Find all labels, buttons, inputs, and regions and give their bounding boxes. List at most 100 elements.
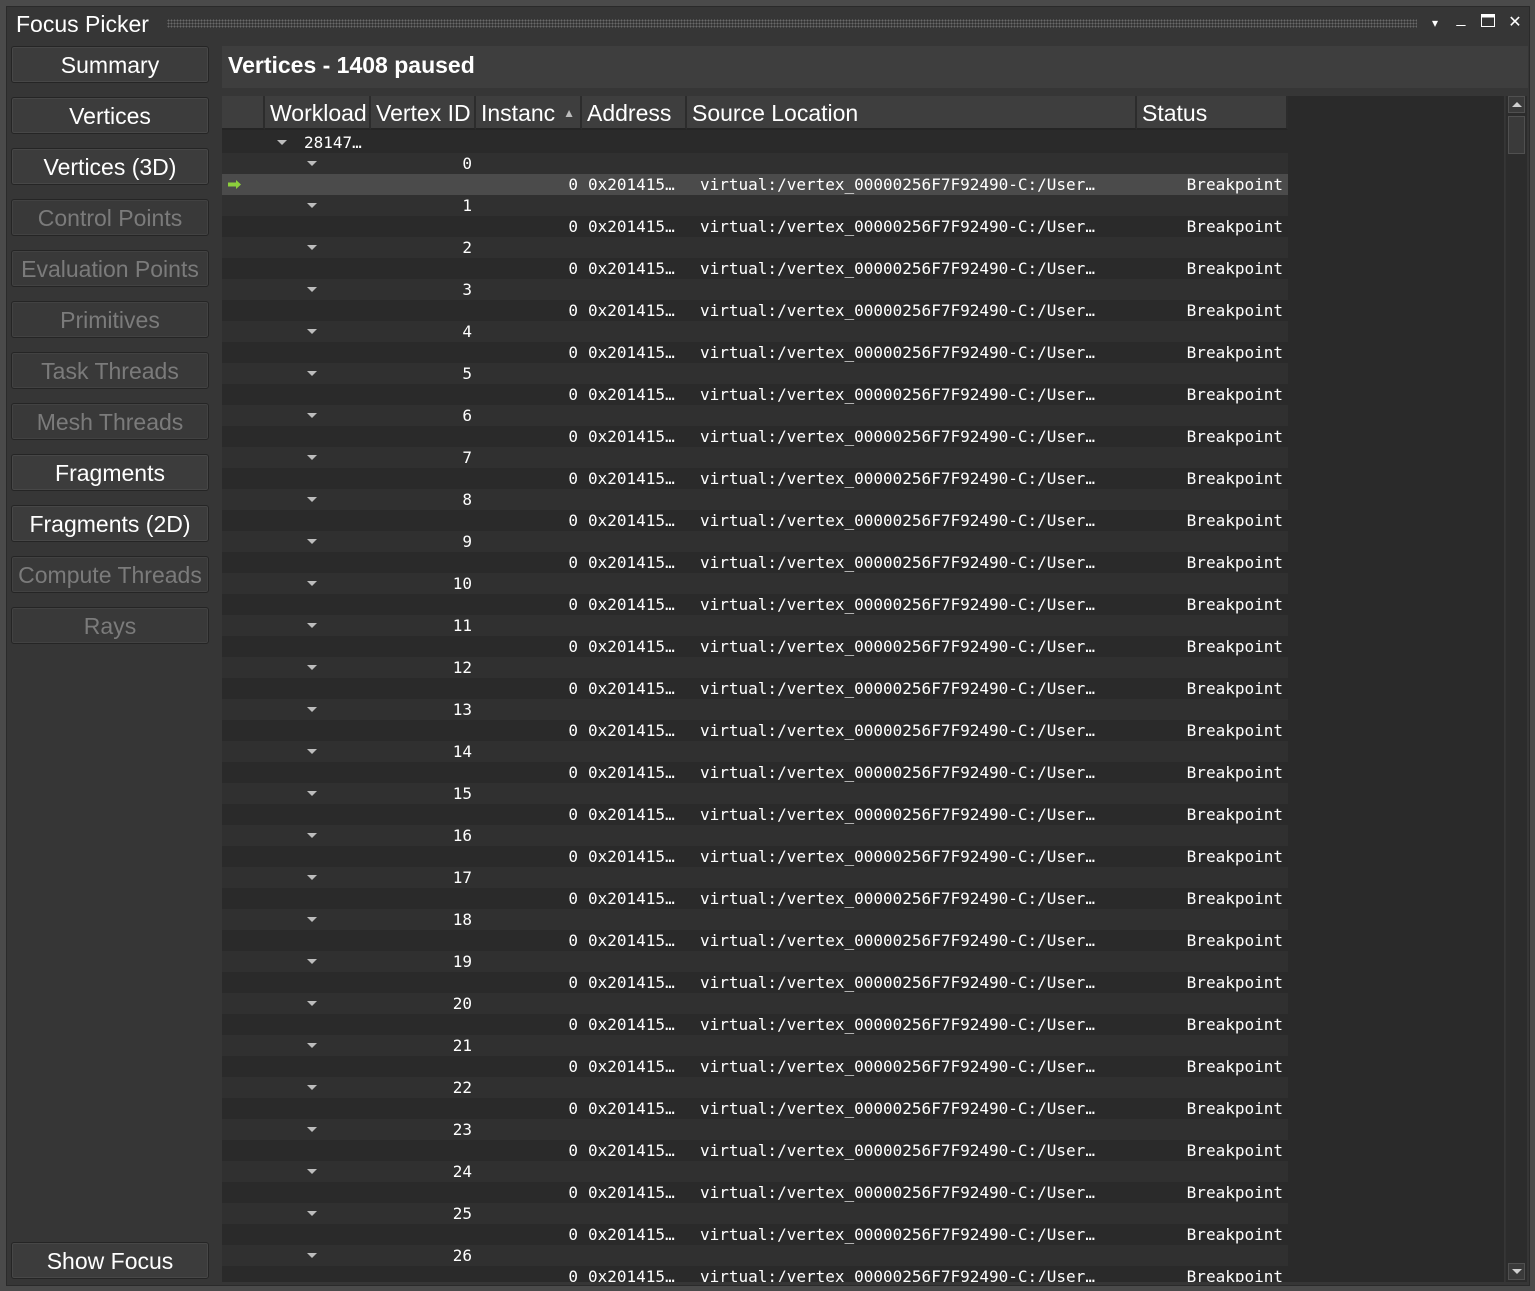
vertex-row[interactable]: 17 <box>222 867 1288 888</box>
invocation-row[interactable]: 0 0x201415… virtual:/vertex_00000256F7F924… <box>222 216 1288 237</box>
vertex-row[interactable]: 11 <box>222 615 1288 636</box>
expand-vertex-icon[interactable] <box>307 497 317 502</box>
maximize-button[interactable] <box>1478 13 1498 33</box>
vertex-row[interactable]: 8 <box>222 489 1288 510</box>
vertex-row[interactable]: 26 <box>222 1245 1288 1266</box>
invocation-row[interactable]: 0 0x201415… virtual:/vertex_00000256F7F924… <box>222 930 1288 951</box>
invocation-row[interactable]: 0 0x201415… virtual:/vertex_00000256F7F924… <box>222 552 1288 573</box>
vertex-row[interactable]: 15 <box>222 783 1288 804</box>
sidebar-item-vertices-3d[interactable]: Vertices (3D) <box>11 148 209 185</box>
vertex-row[interactable]: 14 <box>222 741 1288 762</box>
invocation-row[interactable]: 0 0x201415… virtual:/vertex_00000256F7F924… <box>222 174 1288 195</box>
expand-vertex-icon[interactable] <box>307 833 317 838</box>
menu-dropdown-icon[interactable]: ▾ <box>1425 13 1445 33</box>
expand-vertex-icon[interactable] <box>307 1211 317 1216</box>
expand-vertex-icon[interactable] <box>307 917 317 922</box>
vertex-row[interactable]: 6 <box>222 405 1288 426</box>
invocation-row[interactable]: 0 0x201415… virtual:/vertex_00000256F7F924… <box>222 762 1288 783</box>
invocation-row[interactable]: 0 0x201415… virtual:/vertex_00000256F7F924… <box>222 804 1288 825</box>
invocation-row[interactable]: 0 0x201415… virtual:/vertex_00000256F7F924… <box>222 636 1288 657</box>
invocation-row[interactable]: 0 0x201415… virtual:/vertex_00000256F7F924… <box>222 1140 1288 1161</box>
expand-vertex-icon[interactable] <box>307 413 317 418</box>
invocation-row[interactable]: 0 0x201415… virtual:/vertex_00000256F7F924… <box>222 846 1288 867</box>
invocation-row[interactable]: 0 0x201415… virtual:/vertex_00000256F7F924… <box>222 510 1288 531</box>
expand-vertex-icon[interactable] <box>307 329 317 334</box>
invocation-row[interactable]: 0 0x201415… virtual:/vertex_00000256F7F924… <box>222 720 1288 741</box>
invocation-row[interactable]: 0 0x201415… virtual:/vertex_00000256F7F924… <box>222 258 1288 279</box>
expand-vertex-icon[interactable] <box>307 371 317 376</box>
vertex-row[interactable]: 18 <box>222 909 1288 930</box>
invocation-row[interactable]: 0 0x201415… virtual:/vertex_00000256F7F924… <box>222 384 1288 405</box>
vertex-row[interactable]: 13 <box>222 699 1288 720</box>
scroll-down-button[interactable] <box>1508 1263 1525 1280</box>
vertex-row[interactable]: 7 <box>222 447 1288 468</box>
vertical-scrollbar[interactable] <box>1505 96 1527 1282</box>
expand-vertex-icon[interactable] <box>307 581 317 586</box>
vertex-row[interactable]: 10 <box>222 573 1288 594</box>
invocation-row[interactable]: 0 0x201415… virtual:/vertex_00000256F7F924… <box>222 678 1288 699</box>
vertex-row[interactable]: 22 <box>222 1077 1288 1098</box>
expand-vertex-icon[interactable] <box>307 1253 317 1258</box>
invocation-row[interactable]: 0 0x201415… virtual:/vertex_00000256F7F924… <box>222 1266 1288 1282</box>
vertex-row[interactable]: 23 <box>222 1119 1288 1140</box>
show-focus-button[interactable]: Show Focus <box>11 1242 209 1279</box>
vertex-row[interactable]: 16 <box>222 825 1288 846</box>
invocation-row[interactable]: 0 0x201415… virtual:/vertex_00000256F7F924… <box>222 594 1288 615</box>
close-button[interactable]: ✕ <box>1505 13 1525 33</box>
column-header-address[interactable]: Address <box>582 96 687 130</box>
sidebar-item-vertices[interactable]: Vertices <box>11 97 209 134</box>
vertex-row[interactable]: 5 <box>222 363 1288 384</box>
vertex-row[interactable]: 3 <box>222 279 1288 300</box>
invocation-row[interactable]: 0 0x201415… virtual:/vertex_00000256F7F924… <box>222 1182 1288 1203</box>
expand-vertex-icon[interactable] <box>307 1001 317 1006</box>
vertex-row[interactable]: 19 <box>222 951 1288 972</box>
expand-vertex-icon[interactable] <box>307 1169 317 1174</box>
invocation-row[interactable]: 0 0x201415… virtual:/vertex_00000256F7F924… <box>222 468 1288 489</box>
expand-vertex-icon[interactable] <box>307 749 317 754</box>
scroll-up-button[interactable] <box>1508 96 1525 113</box>
invocation-row[interactable]: 0 0x201415… virtual:/vertex_00000256F7F924… <box>222 342 1288 363</box>
expand-vertex-icon[interactable] <box>307 875 317 880</box>
expand-vertex-icon[interactable] <box>307 287 317 292</box>
column-header-status[interactable]: Status <box>1137 96 1288 130</box>
column-header-workload[interactable]: Workload <box>265 96 371 130</box>
expand-vertex-icon[interactable] <box>307 1043 317 1048</box>
vertex-row[interactable]: 1 <box>222 195 1288 216</box>
invocation-row[interactable]: 0 0x201415… virtual:/vertex_00000256F7F924… <box>222 1098 1288 1119</box>
minimize-button[interactable]: _ <box>1451 9 1471 29</box>
invocation-row[interactable]: 0 0x201415… virtual:/vertex_00000256F7F924… <box>222 888 1288 909</box>
expand-vertex-icon[interactable] <box>307 791 317 796</box>
invocation-row[interactable]: 0 0x201415… virtual:/vertex_00000256F7F924… <box>222 300 1288 321</box>
sidebar-item-summary[interactable]: Summary <box>11 46 209 83</box>
column-header-focus[interactable] <box>222 96 265 130</box>
vertex-row[interactable]: 25 <box>222 1203 1288 1224</box>
workload-row[interactable]: 28147… <box>222 132 1288 153</box>
vertex-row[interactable]: 2 <box>222 237 1288 258</box>
expand-vertex-icon[interactable] <box>307 959 317 964</box>
expand-vertex-icon[interactable] <box>307 665 317 670</box>
vertex-row[interactable]: 21 <box>222 1035 1288 1056</box>
column-header-instance[interactable]: Instanc ▲ <box>476 96 582 130</box>
vertex-row[interactable]: 0 <box>222 153 1288 174</box>
vertex-row[interactable]: 9 <box>222 531 1288 552</box>
invocation-row[interactable]: 0 0x201415… virtual:/vertex_00000256F7F924… <box>222 1056 1288 1077</box>
drag-grip[interactable] <box>167 19 1417 28</box>
expand-vertex-icon[interactable] <box>307 1127 317 1132</box>
expand-vertex-icon[interactable] <box>307 623 317 628</box>
invocation-row[interactable]: 0 0x201415… virtual:/vertex_00000256F7F924… <box>222 426 1288 447</box>
vertex-row[interactable]: 20 <box>222 993 1288 1014</box>
invocation-row[interactable]: 0 0x201415… virtual:/vertex_00000256F7F924… <box>222 972 1288 993</box>
vertex-row[interactable]: 4 <box>222 321 1288 342</box>
expand-vertex-icon[interactable] <box>307 455 317 460</box>
sidebar-item-fragments[interactable]: Fragments <box>11 454 209 491</box>
title-bar[interactable]: Focus Picker ▾ _ ✕ <box>7 7 1529 41</box>
scroll-thumb[interactable] <box>1508 116 1525 154</box>
vertex-row[interactable]: 12 <box>222 657 1288 678</box>
column-header-vertex-id[interactable]: Vertex ID <box>371 96 476 130</box>
expand-vertex-icon[interactable] <box>307 539 317 544</box>
expand-vertex-icon[interactable] <box>307 161 317 166</box>
vertex-row[interactable]: 24 <box>222 1161 1288 1182</box>
invocation-row[interactable]: 0 0x201415… virtual:/vertex_00000256F7F924… <box>222 1014 1288 1035</box>
invocation-row[interactable]: 0 0x201415… virtual:/vertex_00000256F7F924… <box>222 1224 1288 1245</box>
column-header-source-location[interactable]: Source Location <box>687 96 1137 130</box>
